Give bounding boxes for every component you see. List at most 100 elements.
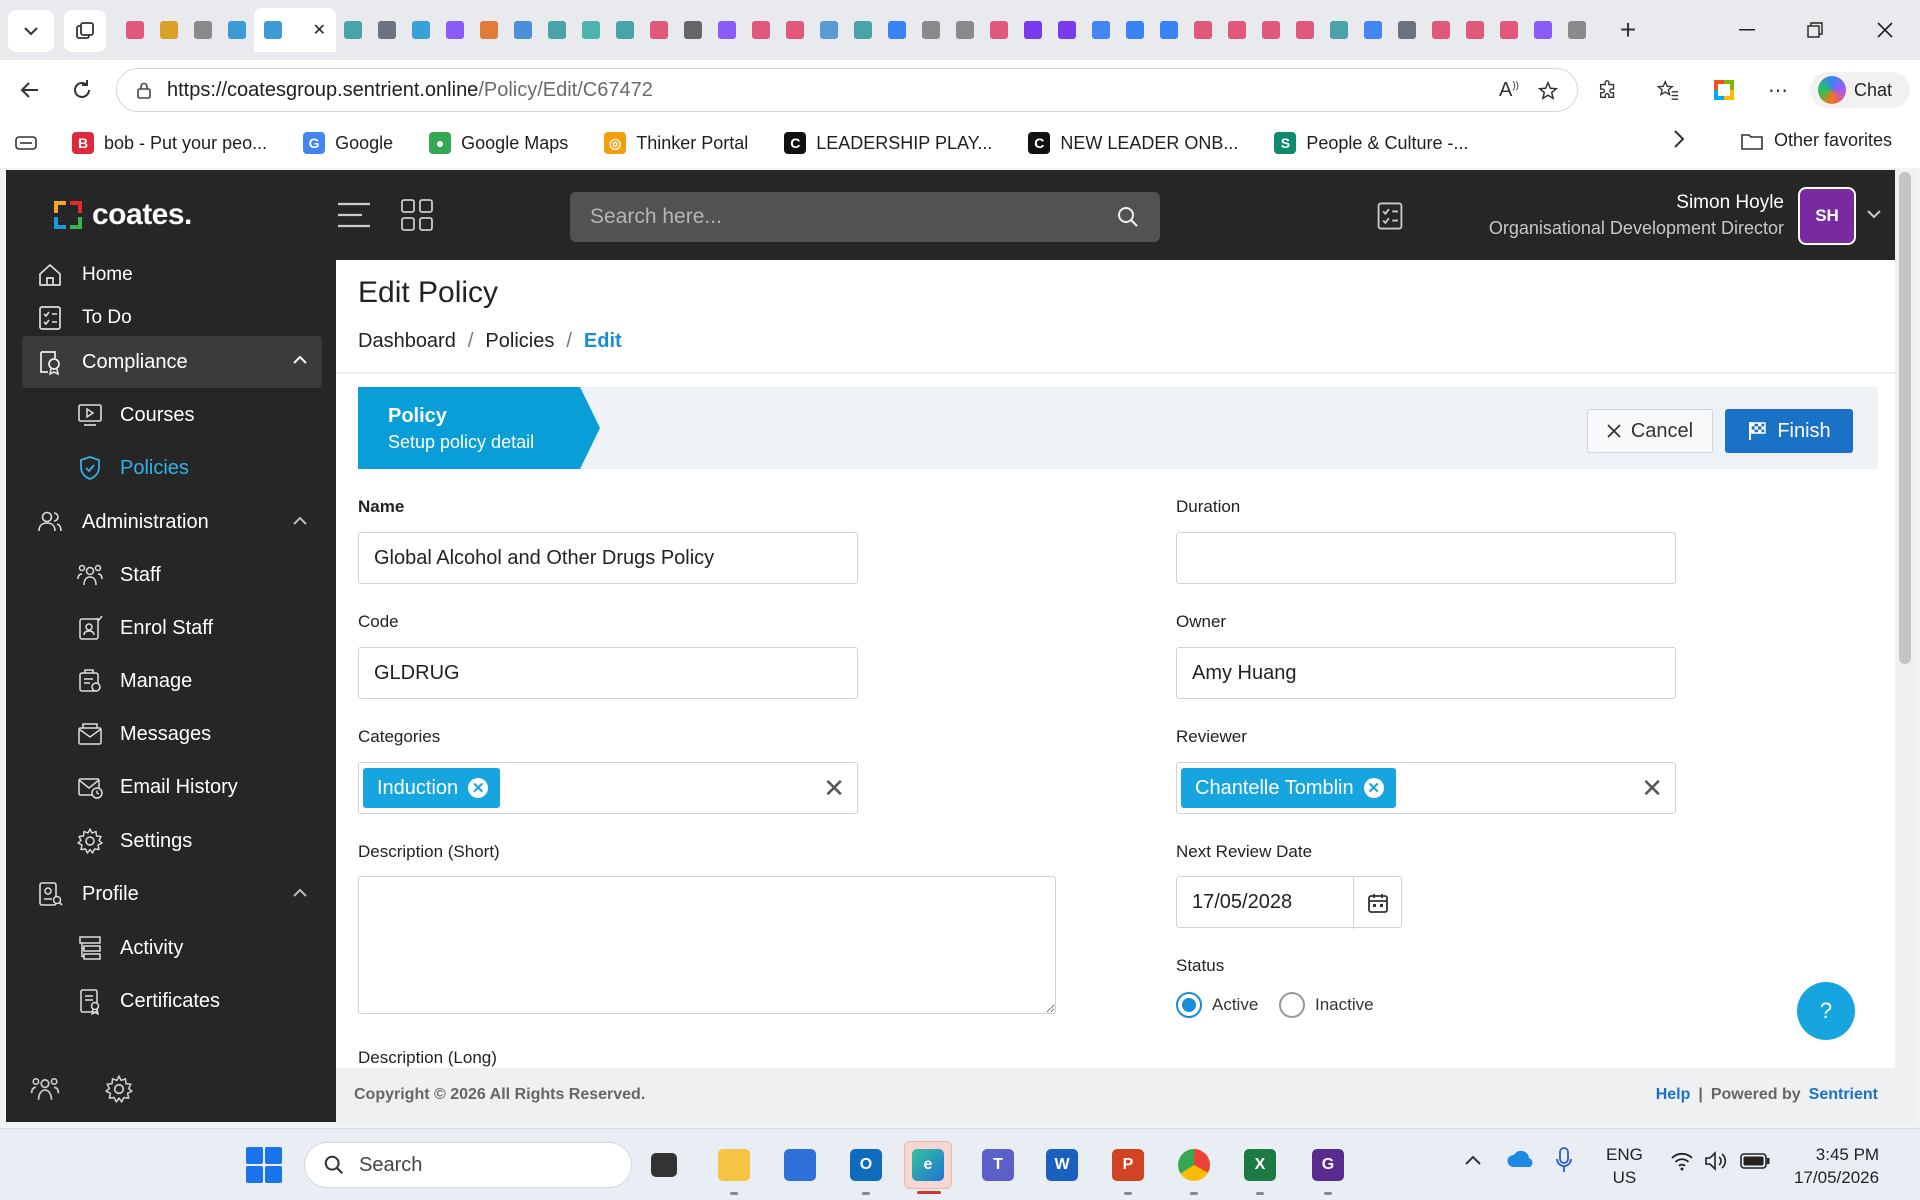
close-window-button[interactable]	[1852, 8, 1918, 52]
bookmark-item[interactable]: ◎ Thinker Portal	[604, 132, 748, 154]
clear-reviewer-icon[interactable]: ✕	[1641, 775, 1663, 801]
browser-tab[interactable]	[1084, 8, 1118, 52]
workspaces-icon[interactable]	[64, 10, 106, 52]
browser-tab[interactable]	[1390, 8, 1424, 52]
app-grid-icon[interactable]	[400, 198, 434, 232]
browser-tab[interactable]	[676, 8, 710, 52]
nav-certificates[interactable]: Certificates	[22, 976, 322, 1026]
nav-messages[interactable]: Messages	[22, 709, 322, 759]
chevron-down-icon[interactable]	[1866, 206, 1882, 222]
refresh-button[interactable]	[62, 70, 102, 110]
chrome-icon[interactable]	[1170, 1141, 1218, 1195]
close-tab-icon[interactable]: ✕	[313, 20, 326, 40]
browser-tab[interactable]	[506, 8, 540, 52]
bookmarks-overflow-chevron-icon[interactable]	[1672, 128, 1686, 156]
avatar[interactable]: SH	[1798, 187, 1856, 245]
browser-tab[interactable]	[152, 8, 186, 52]
browser-tab[interactable]	[370, 8, 404, 52]
back-button[interactable]	[10, 70, 50, 110]
browser-tab[interactable]	[982, 8, 1016, 52]
browser-tab[interactable]	[608, 8, 642, 52]
help-button[interactable]: ?	[1797, 982, 1855, 1040]
hamburger-menu-icon[interactable]	[336, 198, 372, 232]
settings-gear-icon[interactable]	[104, 1074, 134, 1104]
bookmark-item[interactable]: C NEW LEADER ONB...	[1028, 132, 1238, 154]
browser-tab[interactable]	[404, 8, 438, 52]
taskbar-search[interactable]: Search	[304, 1142, 632, 1188]
browser-tab[interactable]	[574, 8, 608, 52]
bookmark-item[interactable]: C LEADERSHIP PLAY...	[784, 132, 992, 154]
nav-activity[interactable]: Activity	[22, 923, 322, 973]
remove-tag-icon[interactable]: ✕	[1363, 778, 1384, 798]
minimize-button[interactable]	[1714, 8, 1780, 52]
browser-tab[interactable]	[1356, 8, 1390, 52]
coates-logo[interactable]: coates.	[52, 198, 192, 232]
nav-administration[interactable]: Administration	[22, 497, 322, 547]
nav-profile[interactable]: Profile	[22, 869, 322, 919]
next-review-date-field[interactable]: 17/05/2028	[1176, 876, 1402, 929]
nav-compliance[interactable]: Compliance	[22, 336, 322, 388]
browser-tab[interactable]	[1220, 8, 1254, 52]
browser-tab[interactable]	[1050, 8, 1084, 52]
browser-tab[interactable]	[1560, 8, 1594, 52]
browser-tab[interactable]	[914, 8, 948, 52]
wizard-step-policy[interactable]: Policy Setup policy detail	[358, 387, 600, 469]
browser-tab[interactable]	[1288, 8, 1322, 52]
bookmark-item[interactable]: G Google	[303, 132, 393, 154]
calendar-icon[interactable]	[1353, 877, 1401, 929]
browser-tab[interactable]	[710, 8, 744, 52]
copilot-chat-button[interactable]: Chat	[1810, 72, 1910, 108]
browser-tab[interactable]	[642, 8, 676, 52]
onedrive-icon[interactable]	[1506, 1149, 1536, 1171]
clear-categories-icon[interactable]: ✕	[823, 775, 845, 801]
team-icon[interactable]	[30, 1074, 60, 1104]
browser-tab-active[interactable]: ✕	[254, 8, 336, 52]
tray-overflow-chevron-icon[interactable]	[1464, 1153, 1482, 1167]
browser-tab[interactable]	[1118, 8, 1152, 52]
scrollbar-thumb[interactable]	[1899, 172, 1911, 664]
volume-icon[interactable]	[1704, 1151, 1728, 1171]
teams-icon[interactable]: T	[974, 1141, 1022, 1189]
tab-actions-chevron-icon[interactable]	[8, 10, 54, 52]
nav-staff[interactable]: Staff	[22, 550, 322, 600]
page-scrollbar[interactable]	[1895, 170, 1915, 1122]
finish-button[interactable]: Finish	[1725, 409, 1853, 453]
code-field[interactable]: GLDRUG	[358, 647, 858, 699]
browser-tab[interactable]	[1254, 8, 1288, 52]
breadcrumb-dashboard[interactable]: Dashboard	[358, 330, 456, 353]
nav-settings[interactable]: Settings	[22, 816, 322, 866]
nav-courses[interactable]: Courses	[22, 390, 322, 440]
browser-tab[interactable]	[1016, 8, 1050, 52]
duration-field[interactable]	[1176, 532, 1676, 584]
remove-tag-icon[interactable]: ✕	[468, 778, 489, 798]
wifi-icon[interactable]	[1670, 1151, 1694, 1171]
search-icon[interactable]	[1116, 205, 1140, 229]
status-inactive-radio[interactable]	[1279, 992, 1305, 1018]
name-field[interactable]: Global Alcohol and Other Drugs Policy	[358, 532, 858, 584]
reading-mode-icon[interactable]	[14, 134, 38, 152]
browser-tab[interactable]	[1458, 8, 1492, 52]
excel-icon[interactable]: X	[1236, 1141, 1284, 1195]
browser-tab[interactable]	[1322, 8, 1356, 52]
footer-help-link[interactable]: Help	[1656, 1086, 1691, 1104]
tasks-checklist-icon[interactable]	[1374, 200, 1406, 232]
categories-field[interactable]: Induction ✕ ✕	[358, 762, 858, 814]
bookmark-item[interactable]: Bbob - Put your peo...	[72, 132, 267, 154]
nav-enrol-staff[interactable]: Enrol Staff	[22, 603, 322, 653]
nav-email-history[interactable]: Email History	[22, 762, 322, 812]
task-view-icon[interactable]	[640, 1141, 688, 1189]
status-active-radio[interactable]	[1176, 992, 1202, 1018]
search-input[interactable]	[590, 205, 1116, 229]
browser-tab[interactable]	[336, 8, 370, 52]
browser-tab[interactable]	[846, 8, 880, 52]
extensions-icon[interactable]	[1590, 72, 1626, 108]
system-clock[interactable]: 3:45 PM 17/05/2026	[1794, 1143, 1879, 1189]
breadcrumb-policies[interactable]: Policies	[485, 330, 554, 353]
browser-tab[interactable]	[438, 8, 472, 52]
browser-tab[interactable]	[1424, 8, 1458, 52]
status-active-option[interactable]: Active	[1176, 992, 1258, 1018]
bookmark-item[interactable]: S People & Culture -...	[1274, 132, 1468, 154]
browser-tab[interactable]	[1526, 8, 1560, 52]
nav-policies[interactable]: Policies	[22, 443, 322, 493]
new-tab-button[interactable]: +	[1610, 12, 1646, 48]
